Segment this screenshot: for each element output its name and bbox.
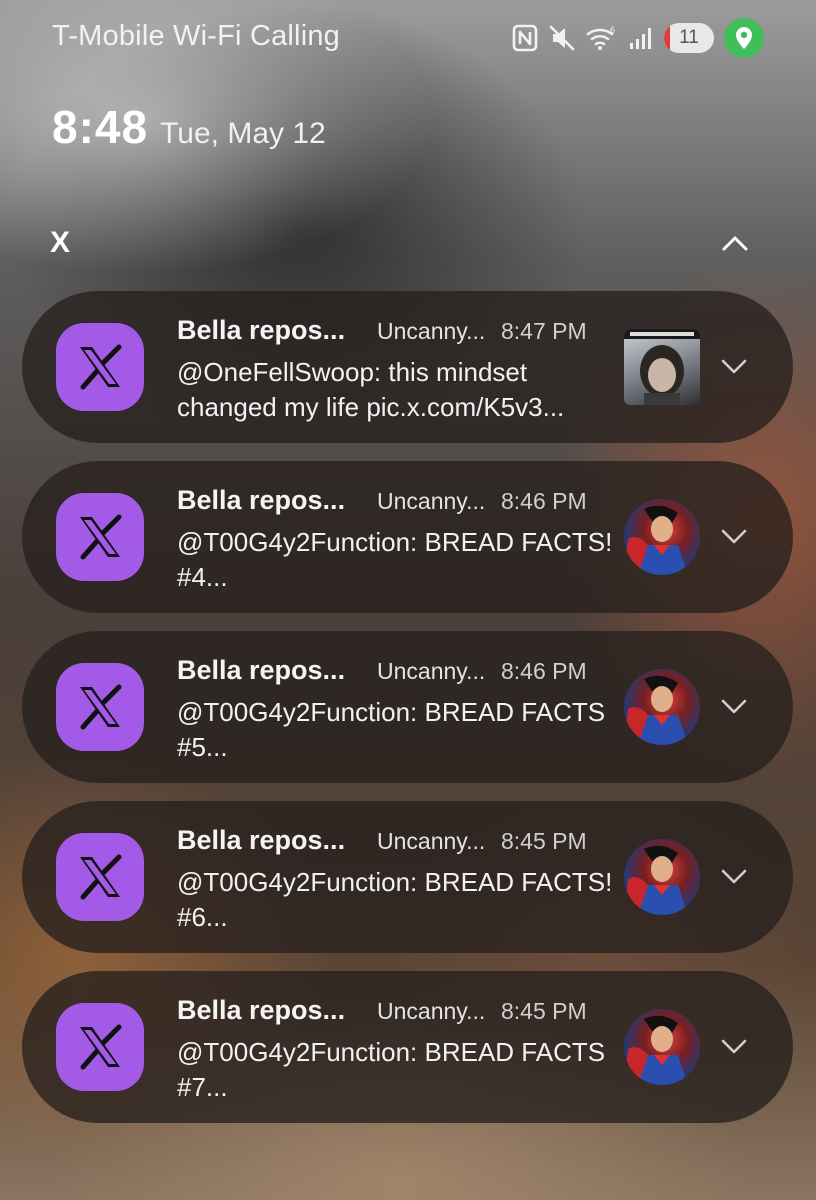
- nfc-icon: [512, 24, 538, 52]
- notification-header: Bella repos... Uncanny... 8:46 PM: [177, 655, 587, 686]
- battery-indicator: 11: [664, 23, 714, 53]
- avatar-thumbnail: [624, 839, 700, 915]
- x-app-icon: [56, 493, 144, 581]
- notification-text: @T00G4y2Function: BREAD FACTS! #6...: [177, 867, 613, 932]
- x-app-icon: [56, 663, 144, 751]
- notification-card[interactable]: Bella repos... Uncanny... 8:46 PM @T00G4…: [22, 461, 793, 613]
- notification-title: Bella repos...: [177, 315, 346, 345]
- notification-list: Bella repos... Uncanny... 8:47 PM @OneFe…: [22, 291, 793, 1141]
- avatar-thumbnail: [624, 1009, 700, 1085]
- location-icon: [724, 18, 764, 58]
- x-app-icon: [56, 323, 144, 411]
- expand-chevron-icon[interactable]: [720, 1033, 748, 1061]
- expand-chevron-icon[interactable]: [720, 353, 748, 381]
- notification-subtitle: Uncanny...: [377, 828, 486, 854]
- notification-card[interactable]: Bella repos... Uncanny... 8:46 PM @T00G4…: [22, 631, 793, 783]
- status-bar: T-Mobile Wi-Fi Calling 6 11: [0, 0, 816, 76]
- notification-text: @OneFellSwoop: this mindset changed my l…: [177, 357, 565, 422]
- svg-text:6: 6: [610, 25, 615, 35]
- notification-text: @T00G4y2Function: BREAD FACTS #5...: [177, 697, 606, 762]
- signal-icon: [628, 25, 654, 51]
- notification-card[interactable]: Bella repos... Uncanny... 8:45 PM @T00G4…: [22, 801, 793, 953]
- notification-text: @T00G4y2Function: BREAD FACTS #7...: [177, 1037, 606, 1102]
- avatar-thumbnail: [624, 499, 700, 575]
- expand-chevron-icon[interactable]: [720, 863, 748, 891]
- notification-header: Bella repos... Uncanny... 8:45 PM: [177, 995, 587, 1026]
- expand-chevron-icon[interactable]: [720, 693, 748, 721]
- notification-header: Bella repos... Uncanny... 8:45 PM: [177, 825, 587, 856]
- notification-text: @T00G4y2Function: BREAD FACTS! #4...: [177, 527, 613, 592]
- notification-time: 8:47 PM: [501, 318, 587, 344]
- carrier-label: T-Mobile Wi-Fi Calling: [52, 20, 340, 52]
- lockscreen-clock: 8:48 Tue, May 12: [52, 100, 326, 154]
- notification-title: Bella repos...: [177, 485, 346, 515]
- notification-card[interactable]: Bella repos... Uncanny... 8:45 PM @T00G4…: [22, 971, 793, 1123]
- avatar-thumbnail: [624, 669, 700, 745]
- wifi-icon: 6: [586, 24, 618, 52]
- notification-title: Bella repos...: [177, 825, 346, 855]
- mute-icon: [548, 24, 576, 52]
- notification-card[interactable]: Bella repos... Uncanny... 8:47 PM @OneFe…: [22, 291, 793, 443]
- photo-thumbnail: [624, 329, 700, 405]
- notification-time: 8:46 PM: [501, 488, 587, 514]
- x-app-icon: [56, 833, 144, 921]
- status-icons: 6 11: [512, 18, 764, 58]
- expand-chevron-icon[interactable]: [720, 523, 748, 551]
- notification-title: Bella repos...: [177, 655, 346, 685]
- notification-header: Bella repos... Uncanny... 8:47 PM: [177, 315, 587, 346]
- battery-level: 11: [679, 27, 699, 48]
- notification-time: 8:45 PM: [501, 998, 587, 1024]
- time-label: 8:48: [52, 101, 149, 153]
- notification-time: 8:45 PM: [501, 828, 587, 854]
- date-label: Tue, May 12: [160, 117, 326, 150]
- notification-subtitle: Uncanny...: [377, 318, 486, 344]
- notification-subtitle: Uncanny...: [377, 998, 486, 1024]
- notification-subtitle: Uncanny...: [377, 658, 486, 684]
- app-name: X: [50, 226, 71, 259]
- notification-subtitle: Uncanny...: [377, 488, 486, 514]
- notification-time: 8:46 PM: [501, 658, 587, 684]
- notification-title: Bella repos...: [177, 995, 346, 1025]
- x-app-icon: [56, 1003, 144, 1091]
- notification-header: Bella repos... Uncanny... 8:46 PM: [177, 485, 587, 516]
- notification-group-header[interactable]: X: [0, 218, 816, 266]
- collapse-chevron-icon[interactable]: [720, 228, 750, 258]
